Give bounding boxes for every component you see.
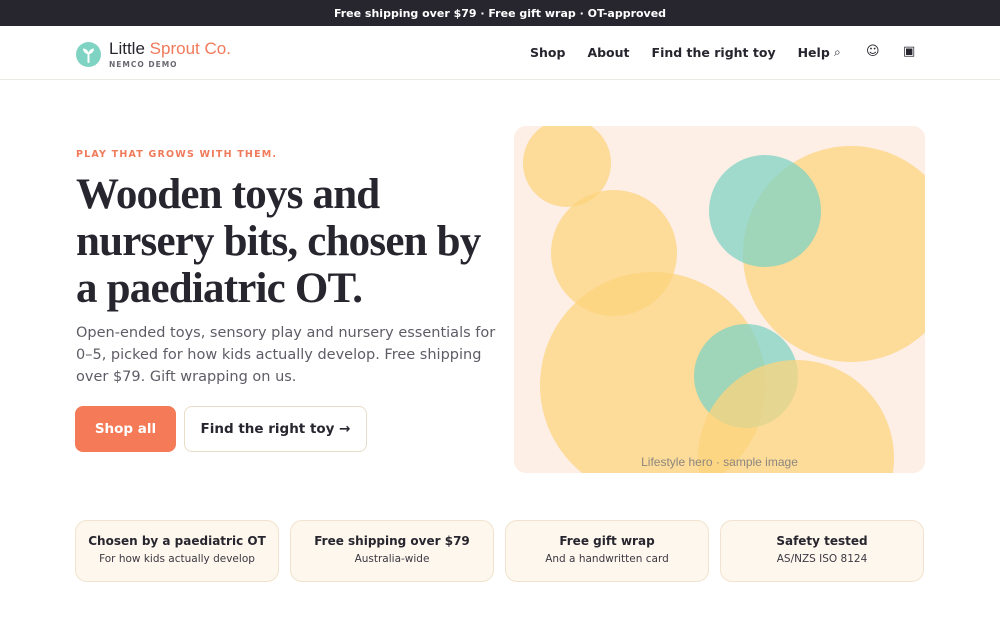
nav-shop[interactable]: Shop (530, 45, 565, 60)
feature-title: Free gift wrap (559, 534, 655, 548)
hero-lede: Open-ended toys, sensory play and nurser… (76, 325, 496, 385)
brand-name-part1: Little (109, 39, 145, 58)
feature-subtitle: And a handwritten card (545, 553, 669, 565)
shop-all-button[interactable]: Shop all (75, 406, 176, 452)
feature-card: Safety tested AS/NZS ISO 8124 (720, 520, 924, 582)
feature-title: Safety tested (776, 534, 868, 548)
feature-title: Chosen by a paediatric OT (88, 534, 266, 548)
logo[interactable]: Little Sprout Co. NEMCO DEMO (76, 40, 231, 69)
feature-subtitle: For how kids actually develop (99, 553, 255, 565)
account-icon[interactable]: ☺ (866, 45, 880, 59)
brand-subtitle: NEMCO DEMO (109, 60, 178, 69)
main-nav: Shop About Find the right toy Help (530, 45, 830, 60)
cart-icon[interactable]: ▣ (903, 45, 915, 59)
feature-card: Chosen by a paediatric OT For how kids a… (75, 520, 279, 582)
hero-illustration (523, 126, 925, 473)
decor-circle (709, 155, 821, 267)
hero-headline: Wooden toys and nursery bits, chosen by … (76, 171, 481, 312)
brand-name: Little Sprout Co. (109, 40, 231, 57)
search-icon[interactable]: ⌕ (834, 45, 841, 59)
hero-image-caption: Lifestyle hero · sample image (641, 455, 798, 469)
nav-help[interactable]: Help (798, 45, 830, 60)
hero-eyebrow: PLAY THAT GROWS WITH THEM. (76, 149, 278, 160)
sprout-icon (76, 42, 101, 67)
hero-image: Lifestyle hero · sample image (514, 126, 925, 473)
feature-subtitle: AS/NZS ISO 8124 (776, 553, 868, 565)
brand-name-part2: Sprout Co. (149, 39, 231, 58)
find-right-toy-button[interactable]: Find the right toy → (184, 406, 367, 452)
announcement-text: Free shipping over $79 · Free gift wrap … (333, 6, 667, 20)
nav-find-right-toy[interactable]: Find the right toy (652, 45, 776, 60)
feature-card: Free gift wrap And a handwritten card (505, 520, 709, 582)
feature-subtitle: Australia-wide (354, 553, 430, 565)
feature-card: Free shipping over $79 Australia-wide (290, 520, 494, 582)
announcement-bar: Free shipping over $79 · Free gift wrap … (0, 0, 1000, 26)
feature-title: Free shipping over $79 (314, 534, 470, 548)
nav-about[interactable]: About (587, 45, 629, 60)
site-header: Little Sprout Co. NEMCO DEMO Shop About … (0, 26, 1000, 80)
